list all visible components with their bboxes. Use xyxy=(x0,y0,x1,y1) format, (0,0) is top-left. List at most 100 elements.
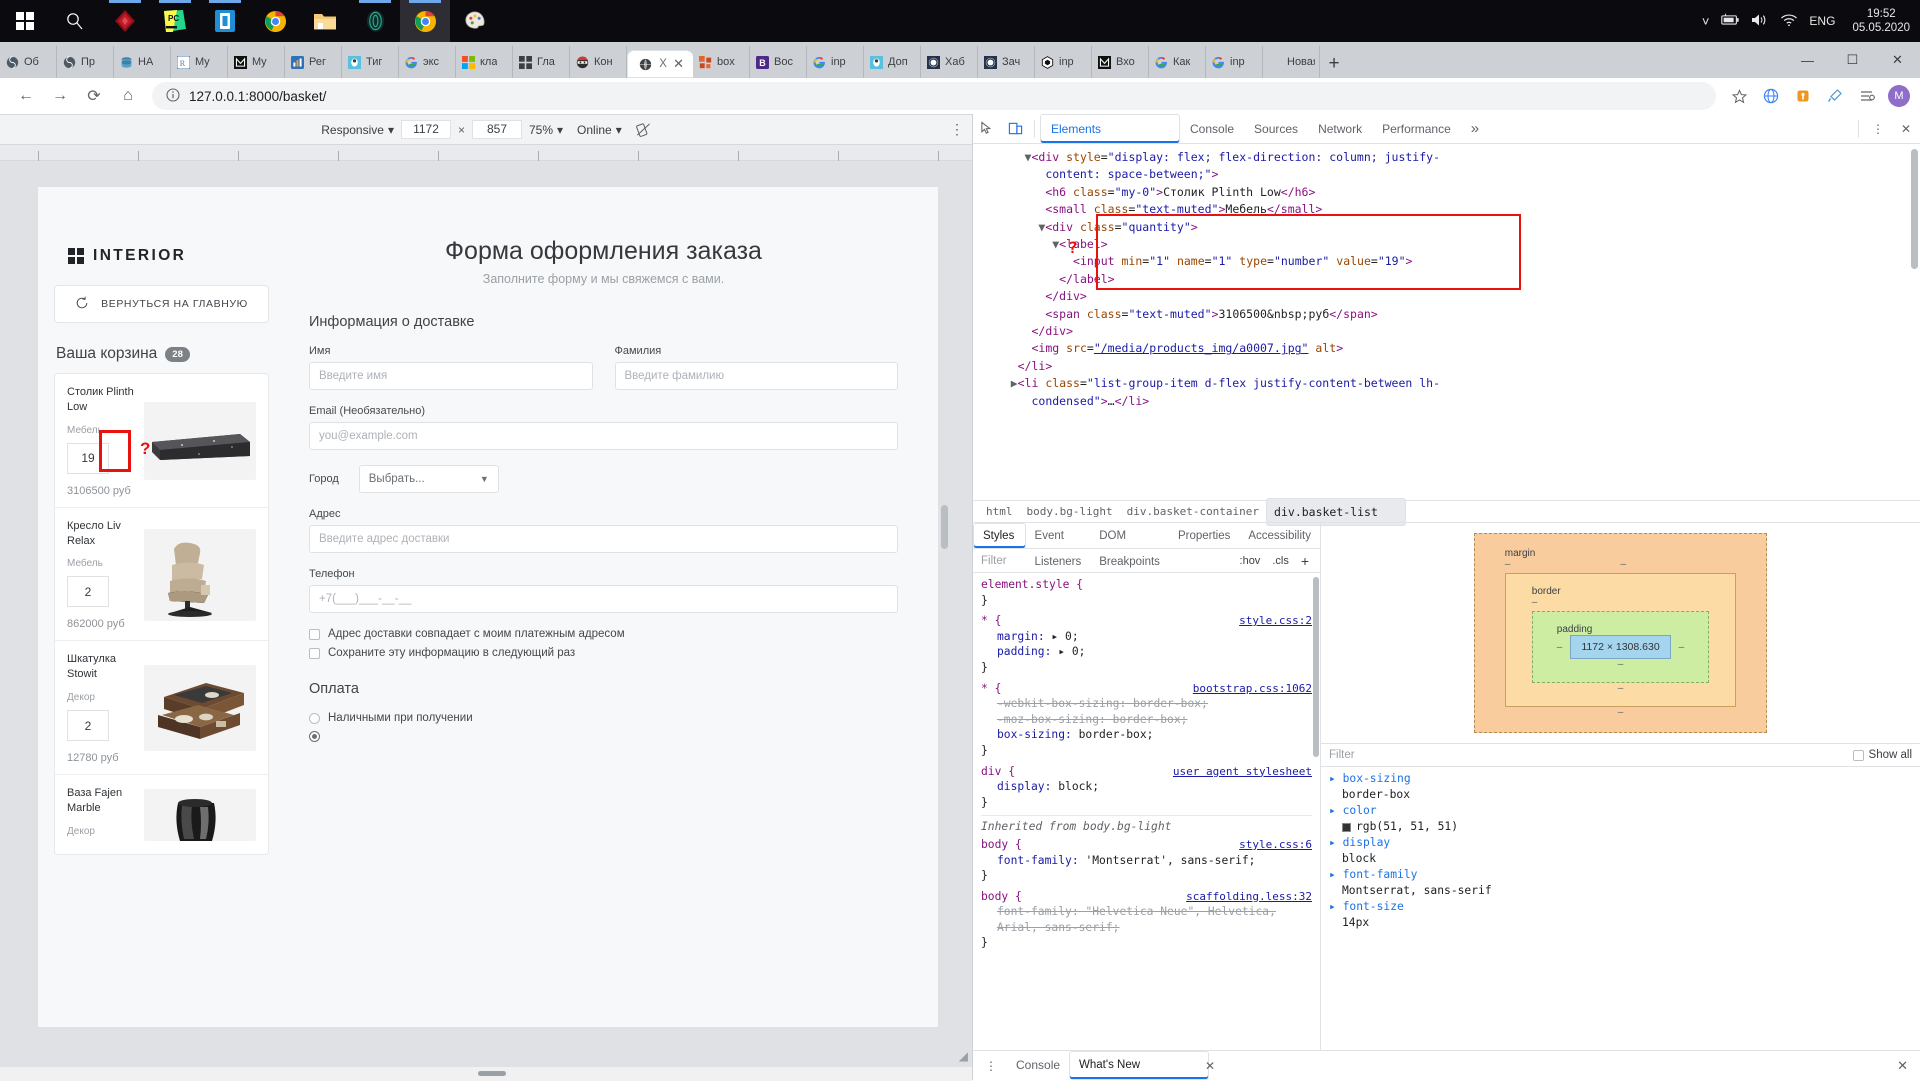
drawer-tab-console[interactable]: Console xyxy=(1007,1051,1069,1080)
breadcrumb-item[interactable]: html xyxy=(979,505,1020,518)
throttling-selector[interactable]: Online ▾ xyxy=(570,123,629,137)
new-tab-button[interactable]: + xyxy=(1320,50,1348,78)
drawer-close-button[interactable]: ✕ xyxy=(1891,1058,1914,1074)
css-declaration[interactable]: font-family: "Helvetica Neue", Helvetica… xyxy=(981,904,1312,935)
dom-line[interactable]: condensed">…</li> xyxy=(983,393,1920,410)
browser-tab[interactable]: Хаб xyxy=(921,46,978,78)
city-select[interactable]: Выбрать... ▼ xyxy=(358,465,499,493)
last-name-input[interactable]: Введите фамилию xyxy=(614,362,898,390)
css-rule-source[interactable]: style.css:2 xyxy=(1239,613,1312,629)
device-height-input[interactable]: 857 xyxy=(471,120,522,139)
computed-property[interactable]: ▸ font-family Montserrat, sans-serif xyxy=(1329,867,1912,899)
same-address-checkbox[interactable] xyxy=(309,628,320,640)
browser-tab[interactable]: box xyxy=(693,46,750,78)
address-bar[interactable]: 127.0.0.1:8000/basket/ xyxy=(152,82,1716,110)
address-input[interactable]: Введите адрес доставки xyxy=(309,525,898,553)
payment-cash-row[interactable]: Наличными при получении xyxy=(309,712,898,724)
scrollbar-thumb[interactable] xyxy=(478,1071,506,1076)
browser-tab[interactable]: Доп xyxy=(864,46,921,78)
horizontal-scrollbar[interactable] xyxy=(0,1067,972,1081)
rotate-icon[interactable] xyxy=(629,122,658,137)
css-declaration[interactable]: -moz-box-sizing: border-box; xyxy=(981,712,1312,728)
show-all-toggle[interactable]: Show all xyxy=(1852,749,1912,761)
alienware-icon[interactable] xyxy=(100,0,150,42)
styles-tab-dom-breakpoints[interactable]: DOM Breakpoints xyxy=(1090,523,1169,568)
windows-start-icon[interactable] xyxy=(0,0,50,42)
device-width-input[interactable]: 1172 xyxy=(400,120,451,139)
item-quantity-input[interactable]: 2 xyxy=(67,576,109,608)
dom-line[interactable]: content: space-between;"> xyxy=(983,166,1920,183)
dom-line[interactable]: </div> xyxy=(983,323,1920,340)
phone-link-icon[interactable] xyxy=(200,0,250,42)
save-info-checkbox[interactable] xyxy=(309,647,320,659)
css-declaration[interactable]: font-family: 'Montserrat', sans-serif; xyxy=(981,853,1312,869)
language-indicator[interactable]: ENG xyxy=(1809,14,1835,28)
forward-button[interactable]: → xyxy=(44,81,76,111)
css-rule[interactable]: element.style {} xyxy=(981,577,1312,608)
css-rules-list[interactable]: element.style {} style.css:2 * {margin: ▸ … xyxy=(973,573,1320,1050)
browser-tab[interactable]: Новая xyxy=(1263,46,1320,78)
browser-tab[interactable]: Как xyxy=(1149,46,1206,78)
css-declaration[interactable]: -webkit-box-sizing: border-box; xyxy=(981,696,1312,712)
viewport-resize-handle[interactable] xyxy=(941,505,948,549)
item-quantity-input[interactable]: 2 xyxy=(67,710,109,742)
styles-scrollbar[interactable] xyxy=(1313,577,1319,758)
eyedropper-icon[interactable] xyxy=(1820,81,1850,111)
dom-line[interactable]: </div> xyxy=(983,288,1920,305)
chrome-icon[interactable] xyxy=(250,0,300,42)
basket-item[interactable]: Шкатулка Stowit Декор 2 12780 руб xyxy=(55,641,268,776)
gitkraken-icon[interactable] xyxy=(350,0,400,42)
styles-tab-properties[interactable]: Properties xyxy=(1169,523,1239,549)
devtools-tab-network[interactable]: Network xyxy=(1308,114,1372,144)
css-rule[interactable]: user agent stylesheet div {display: block… xyxy=(981,764,1312,811)
basket-item[interactable]: Столик Plinth Low Мебель 19 3106500 руб xyxy=(55,374,268,508)
breadcrumb-item[interactable]: div.basket-container xyxy=(1120,505,1266,518)
star-icon[interactable] xyxy=(1724,81,1754,111)
computed-filter-input[interactable]: Filter xyxy=(1329,749,1355,761)
device-toolbar-kebab[interactable]: ⋮ xyxy=(950,121,964,138)
computed-property[interactable]: ▸ box-sizing border-box xyxy=(1329,771,1912,803)
browser-tab[interactable]: Рег xyxy=(285,46,342,78)
devtools-more-tabs[interactable]: » xyxy=(1461,114,1489,144)
browser-tab[interactable]: Вхо xyxy=(1092,46,1149,78)
hov-button[interactable]: :hov xyxy=(1237,555,1264,567)
browser-tab[interactable]: Гла xyxy=(513,46,570,78)
taskbar-clock[interactable]: 19:52 05.05.2020 xyxy=(1846,7,1910,36)
css-rule-source[interactable]: scaffolding.less:32 xyxy=(1186,889,1312,905)
basket-item[interactable]: Ваза Fajen Marble Декор xyxy=(55,775,268,854)
styles-tab-styles[interactable]: Styles xyxy=(973,522,1026,549)
devtools-tab-performance[interactable]: Performance xyxy=(1372,114,1461,144)
devtools-tab-elements[interactable]: Elements xyxy=(1040,113,1180,144)
drawer-tab-close-icon[interactable]: ✕ xyxy=(1205,1059,1215,1073)
dom-line[interactable]: <img src="/media/products_img/a0007.jpg"… xyxy=(983,340,1920,357)
battery-icon[interactable] xyxy=(1720,13,1740,29)
translate-icon[interactable] xyxy=(1756,81,1786,111)
computed-property[interactable]: ▸ display block xyxy=(1329,835,1912,867)
home-button[interactable]: ⌂ xyxy=(112,81,144,111)
css-rule[interactable]: scaffolding.less:32 body {font-family: "H… xyxy=(981,889,1312,951)
devtools-close-button[interactable]: ✕ xyxy=(1892,114,1920,144)
tray-chevron-icon[interactable]: ˅ xyxy=(1702,14,1710,29)
back-button[interactable]: ← xyxy=(10,81,42,111)
file-explorer-icon[interactable] xyxy=(300,0,350,42)
browser-tab[interactable]: R My xyxy=(171,46,228,78)
paint-icon[interactable] xyxy=(450,0,500,42)
search-icon[interactable] xyxy=(50,0,100,42)
css-rule-source[interactable]: style.css:6 xyxy=(1239,837,1312,853)
browser-tab[interactable]: X ✕ xyxy=(627,50,693,78)
dom-line[interactable]: ▶<li class="list-group-item d-flex justi… xyxy=(983,375,1920,392)
tab-close-icon[interactable]: ✕ xyxy=(673,56,684,72)
site-logo[interactable]: INTERIOR xyxy=(68,247,269,265)
css-rule[interactable]: style.css:6 body {font-family: 'Montserra… xyxy=(981,837,1312,884)
email-input[interactable]: you@example.com xyxy=(309,422,898,450)
device-toolbar-icon[interactable] xyxy=(1001,114,1029,144)
css-rule[interactable]: style.css:2 * {margin: ▸ 0; padding: ▸ 0;} xyxy=(981,613,1312,675)
basket-item[interactable]: Кресло Liv Relax Мебель 2 862000 руб xyxy=(55,508,268,642)
browser-tab[interactable]: Об xyxy=(0,46,57,78)
maximize-button[interactable]: ☐ xyxy=(1830,42,1875,78)
viewport-corner-handle[interactable]: ◢ xyxy=(959,1049,968,1063)
wifi-icon[interactable] xyxy=(1780,13,1798,30)
pycharm-icon[interactable]: PC xyxy=(150,0,200,42)
info-icon[interactable] xyxy=(166,87,180,105)
styles-tab-accessibility[interactable]: Accessibility xyxy=(1239,523,1320,549)
